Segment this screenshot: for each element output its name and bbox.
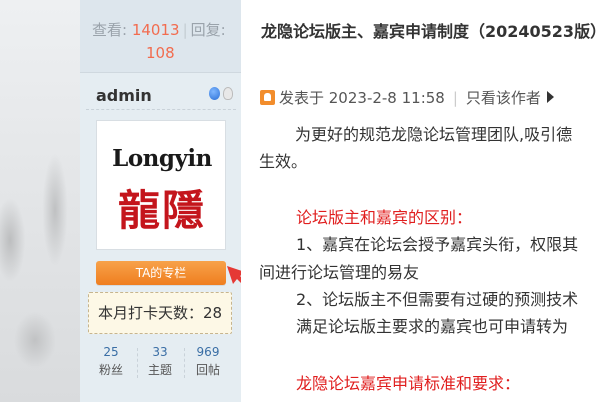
divider bbox=[80, 72, 241, 73]
posts-stat[interactable]: 969 回帖 bbox=[187, 344, 229, 380]
replies-label: 回复: bbox=[190, 21, 226, 39]
posts-label[interactable]: 回帖 bbox=[187, 360, 229, 380]
thread-title: 龙隐论坛版主、嘉宾申请制度（20240523版） bbox=[261, 22, 601, 41]
posts-count[interactable]: 969 bbox=[187, 344, 229, 360]
section-heading: 论坛版主和嘉宾的区别： bbox=[296, 208, 473, 227]
threads-label[interactable]: 主题 bbox=[139, 360, 181, 380]
views-label: 查看: bbox=[92, 21, 128, 39]
post-paragraph: 为更好的规范龙隐论坛管理团队,吸引德 bbox=[295, 125, 573, 144]
post-paragraph: 满足论坛版主要求的嘉宾也可申请转为 bbox=[296, 317, 569, 336]
author-username[interactable]: admin bbox=[96, 86, 152, 105]
post-content: 龙隐论坛版主、嘉宾申请制度（20240523版） 发表于 2023-2-8 11… bbox=[241, 0, 601, 402]
threads-count[interactable]: 33 bbox=[139, 344, 181, 360]
only-author-link[interactable]: 只看该作者 bbox=[466, 89, 541, 107]
followers-stat[interactable]: 25 粉丝 bbox=[90, 344, 132, 380]
followers-count[interactable]: 25 bbox=[90, 344, 132, 360]
qq-status-icon[interactable] bbox=[209, 87, 220, 100]
views-count: 14013 bbox=[131, 21, 180, 39]
post-paragraph: 2、论坛版主不但需要有过硬的预测技术 bbox=[296, 290, 579, 309]
divider bbox=[137, 348, 138, 378]
author-status-icons bbox=[209, 86, 239, 102]
replies-count: 108 bbox=[146, 44, 175, 62]
divider bbox=[184, 348, 185, 378]
post-date: 发表于 2023-2-8 11:58 bbox=[279, 89, 445, 107]
thread-stats: 查看: 14013 | 回复: 108 bbox=[80, 0, 241, 72]
ink-painting-decoration bbox=[0, 150, 80, 402]
post-paragraph: 间进行论坛管理的易友 bbox=[259, 263, 420, 282]
checkin-days-box: 本月打卡天数：28 bbox=[88, 292, 232, 334]
post-meta: 发表于 2023-2-8 11:58 | 只看该作者 bbox=[260, 87, 554, 107]
avatar-logo-text: Longyin bbox=[112, 145, 212, 172]
post-pin-icon bbox=[260, 90, 275, 105]
meta-separator: | bbox=[452, 89, 458, 107]
avatar[interactable]: Longyin 龍隱 bbox=[96, 120, 226, 250]
author-panel: 查看: 14013 | 回复: 108 admin Longyin 龍隱 TA的专栏… bbox=[80, 0, 241, 402]
divider bbox=[86, 109, 236, 110]
online-bulb-icon bbox=[223, 87, 233, 100]
post-paragraph: 1、嘉宾在论坛会授予嘉宾头衔，权限其 bbox=[296, 235, 579, 254]
followers-label[interactable]: 粉丝 bbox=[90, 360, 132, 380]
triangle-right-icon[interactable] bbox=[546, 91, 554, 103]
post-paragraph: 生效。 bbox=[259, 152, 308, 171]
stats-separator: | bbox=[182, 21, 188, 39]
author-mini-stats: 25 粉丝 33 主题 969 回帖 bbox=[90, 344, 230, 384]
section-heading: 龙隐论坛嘉宾申请标准和要求： bbox=[296, 374, 521, 393]
ta-column-button[interactable]: TA的专栏 bbox=[96, 261, 226, 285]
thread-stats-line: 查看: 14013 | 回复: bbox=[92, 19, 226, 40]
threads-stat[interactable]: 33 主题 bbox=[139, 344, 181, 380]
avatar-logo-chinese: 龍隱 bbox=[117, 186, 206, 235]
